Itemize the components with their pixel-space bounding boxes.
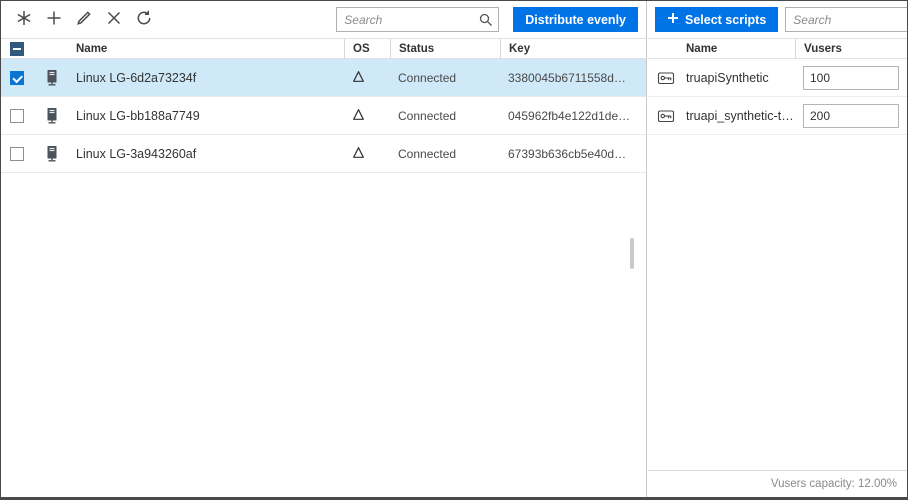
generator-status: Connected bbox=[390, 147, 500, 161]
header-name: Name bbox=[71, 39, 344, 58]
pencil-icon bbox=[75, 9, 93, 30]
scripts-search-box bbox=[785, 7, 908, 32]
refresh-icon bbox=[135, 9, 153, 30]
load-generator-icon bbox=[33, 106, 71, 126]
header-status: Status bbox=[390, 39, 500, 58]
row-checkbox[interactable] bbox=[10, 109, 24, 123]
vusers-capacity-label: Vusers capacity: 12.00% bbox=[648, 470, 907, 497]
scrollbar-thumb[interactable] bbox=[630, 238, 634, 269]
generators-toolbar: Distribute evenly bbox=[1, 1, 646, 38]
refresh-button[interactable] bbox=[129, 5, 159, 35]
table-row[interactable]: Linux LG-6d2a73234f Connected 3380045b67… bbox=[1, 59, 646, 97]
app-window: Distribute evenly Name OS Status Key bbox=[0, 0, 908, 500]
provision-button[interactable] bbox=[9, 5, 39, 35]
generator-name: Linux LG-bb188a7749 bbox=[71, 109, 344, 123]
header-icon-spacer bbox=[648, 39, 686, 58]
table-row[interactable]: Linux LG-3a943260af Connected 67393b636c… bbox=[1, 135, 646, 173]
delete-button[interactable] bbox=[99, 5, 129, 35]
edit-button[interactable] bbox=[69, 5, 99, 35]
generators-search-box bbox=[336, 7, 499, 32]
generator-key: 3380045b6711558d57... bbox=[500, 71, 632, 85]
load-generator-icon bbox=[33, 68, 71, 88]
linux-os-icon bbox=[344, 108, 390, 124]
row-checkbox[interactable] bbox=[10, 147, 24, 161]
scripts-toolbar: Select scripts bbox=[648, 1, 907, 38]
scripts-panel: Select scripts Name Vusers bbox=[648, 1, 907, 497]
distribute-evenly-button[interactable]: Distribute evenly bbox=[513, 7, 638, 32]
generator-status: Connected bbox=[390, 109, 500, 123]
table-row[interactable]: Linux LG-bb188a7749 Connected 045962fb4e… bbox=[1, 97, 646, 135]
asterisk-icon bbox=[15, 9, 33, 30]
header-name: Name bbox=[686, 39, 795, 58]
add-button[interactable] bbox=[39, 5, 69, 35]
script-name: truapiSynthetic bbox=[686, 71, 803, 85]
plus-icon bbox=[667, 12, 679, 27]
load-generators-panel: Distribute evenly Name OS Status Key bbox=[1, 1, 647, 497]
row-checkbox[interactable] bbox=[10, 71, 24, 85]
generators-table-header: Name OS Status Key bbox=[1, 38, 646, 59]
scripts-table-header: Name Vusers bbox=[648, 38, 907, 59]
load-generator-icon bbox=[33, 144, 71, 164]
search-icon[interactable] bbox=[474, 7, 498, 32]
generator-name: Linux LG-6d2a73234f bbox=[71, 71, 344, 85]
generator-key: 67393b636cb5e40d122f bbox=[500, 147, 632, 161]
header-vusers: Vusers bbox=[795, 39, 907, 58]
generator-key: 045962fb4e122d1deb... bbox=[500, 109, 632, 123]
vusers-input[interactable] bbox=[803, 66, 899, 90]
generator-status: Connected bbox=[390, 71, 500, 85]
script-icon bbox=[656, 68, 686, 88]
script-name: truapi_synthetic-td... bbox=[686, 109, 803, 123]
select-scripts-button[interactable]: Select scripts bbox=[655, 7, 778, 32]
linux-os-icon bbox=[344, 70, 390, 86]
list-item[interactable]: truapi_synthetic-td... bbox=[648, 97, 907, 135]
scripts-search-input[interactable] bbox=[786, 13, 908, 27]
select-all-checkbox[interactable] bbox=[10, 42, 24, 56]
generators-search-input[interactable] bbox=[337, 13, 474, 27]
x-icon bbox=[105, 9, 123, 30]
select-scripts-label: Select scripts bbox=[685, 13, 766, 27]
header-os: OS bbox=[344, 39, 390, 58]
linux-os-icon bbox=[344, 146, 390, 162]
list-item[interactable]: truapiSynthetic bbox=[648, 59, 907, 97]
header-icon-spacer bbox=[33, 39, 71, 58]
plus-icon bbox=[45, 9, 63, 30]
vusers-input[interactable] bbox=[803, 104, 899, 128]
script-icon bbox=[656, 106, 686, 126]
header-key: Key bbox=[500, 39, 632, 58]
generator-name: Linux LG-3a943260af bbox=[71, 147, 344, 161]
